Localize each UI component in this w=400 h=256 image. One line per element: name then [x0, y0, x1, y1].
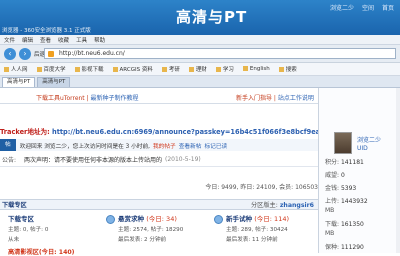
announcement-text[interactable]: 两次声明：请不要使用任何非本源的版本上传站用的: [24, 155, 162, 164]
folder-icon: [188, 67, 194, 72]
address-bar[interactable]: http://bt.neu6.edu.cn/: [44, 48, 396, 59]
folder-icon: [161, 67, 167, 72]
bookmark-item[interactable]: 人人网: [4, 65, 28, 73]
forum-stats: 今日: 9499, 昨日: 24109, 会员: 106503: [205, 184, 318, 191]
tab-active[interactable]: 高清与PT: [2, 77, 36, 87]
divider: [0, 103, 318, 104]
utorrent-link[interactable]: 下载工具uTorrent: [36, 95, 85, 102]
bookmark-item[interactable]: 理财: [188, 65, 207, 73]
forum-counts: 主题: 2574, 帖子: 18290: [118, 227, 184, 233]
top-link-space[interactable]: 空间: [362, 3, 374, 12]
top-link-home[interactable]: 首页: [382, 3, 394, 12]
scrollbar[interactable]: [396, 88, 400, 253]
forum-last-post: 从未: [8, 237, 20, 243]
moderator: 分区版主: zhangsir6: [251, 202, 314, 209]
sidebar-username[interactable]: 浏览二少: [357, 135, 381, 144]
favicon-icon: [48, 51, 54, 57]
bookmark-item[interactable]: 搜索: [278, 65, 297, 73]
forum-counts: 主题: 0, 帖子: 0: [8, 227, 49, 233]
newbie-guide-link[interactable]: 新手入门指导: [236, 95, 272, 102]
address-url: http://bt.neu6.edu.cn/: [59, 50, 125, 57]
menu-favorites[interactable]: 收藏: [58, 36, 69, 44]
stat-row: MB: [325, 230, 335, 237]
stat-row: 威望: 0: [325, 172, 345, 179]
forum-name: 悬赏求种 (今日: 34): [118, 215, 177, 223]
tracker-url[interactable]: http://bt.neu6.edu.cn:6969/announce?pass…: [52, 128, 318, 136]
stat-row: MB: [325, 207, 335, 214]
promo-left: 下载工具uTorrent | 最新种子制作教程: [36, 95, 139, 102]
forum-section-header: 下载专区 分区版主: zhangsir6: [0, 199, 318, 210]
forum-name: 下载专区: [8, 215, 34, 223]
bookmark-item[interactable]: 学习: [215, 65, 234, 73]
stat-row: 下载: 161350: [325, 221, 364, 228]
avatar[interactable]: [334, 132, 352, 154]
folder-icon: [242, 66, 248, 71]
folder-icon: [278, 67, 284, 72]
moderator-link[interactable]: zhangsir6: [280, 202, 314, 209]
announcement-date: (2010-5-19): [165, 156, 201, 163]
forum-item[interactable]: 悬赏求种 (今日: 34) 主题: 2574, 帖子: 18290 最后发表: …: [106, 213, 218, 253]
menu-view[interactable]: 查看: [40, 36, 51, 44]
announcement-label: 公告:: [2, 157, 17, 164]
forum-section-next[interactable]: 高清影视区(今日: 140): [8, 247, 75, 256]
sidebar-uid: UID: [357, 145, 368, 152]
bookmark-item[interactable]: 影视下载: [74, 65, 104, 73]
forum-last-post: 最后发表: 2 分钟前: [118, 237, 167, 243]
new-posts-link[interactable]: 查看新帖: [179, 141, 202, 150]
stat-row: 保种: 111290: [325, 244, 364, 251]
welcome-text: 欢迎回来 浏览二少，您上次访问时间是在 3 小时前,: [19, 143, 150, 150]
forum-name: 新手试种 (今日: 114): [226, 215, 289, 223]
site-banner: 高清与PT 浏览二少 空间 首页 浏览器 - 360安全浏览器 3.1 正式版: [0, 0, 400, 35]
bookmark-item[interactable]: English: [242, 66, 270, 72]
menu-help[interactable]: 帮助: [94, 36, 105, 44]
tracker-address: Tracker地址为: http://bt.neu6.edu.cn:6969/a…: [0, 126, 318, 136]
forum-icon: [106, 215, 115, 224]
menu-edit[interactable]: 编辑: [22, 36, 33, 44]
seed-tutorial-link[interactable]: 最新种子制作教程: [91, 95, 139, 102]
section-title[interactable]: 下载专区: [2, 200, 27, 209]
site-rules-link[interactable]: 站点工作说明: [278, 95, 314, 102]
stat-row: 上传: 1443932: [325, 198, 368, 205]
menu-bar: 文件 编辑 查看 收藏 工具 帮助: [0, 35, 400, 45]
top-link-user[interactable]: 浏览二少: [330, 3, 354, 12]
back-icon[interactable]: ‹: [4, 47, 16, 60]
tab-secondary[interactable]: 高清与PT: [37, 77, 71, 87]
my-posts-link[interactable]: 我的帖子: [153, 141, 176, 150]
tracker-label: Tracker地址为:: [0, 128, 50, 136]
window-title: 浏览器 - 360安全浏览器 3.1 正式版: [2, 28, 91, 34]
folder-icon: [4, 67, 9, 72]
welcome-bar: 帖 欢迎回来 浏览二少，您上次访问时间是在 3 小时前, 我的帖子 查看新帖 标…: [0, 139, 318, 151]
forward-icon[interactable]: ›: [19, 47, 31, 60]
stat-row: 金钱: 5393: [325, 185, 357, 192]
nav-bar: ‹ › 后退 http://bt.neu6.edu.cn/: [0, 45, 400, 63]
promo-right: 新手入门指导 | 站点工作说明: [236, 95, 314, 102]
top-links: 浏览二少 空间 首页: [330, 3, 394, 12]
menu-tools[interactable]: 工具: [76, 36, 87, 44]
forum-last-post: 最后发表: 11 分钟前: [226, 237, 278, 243]
folder-icon: [215, 67, 221, 72]
folder-icon: [36, 67, 42, 72]
forum-icon: [214, 215, 223, 224]
bookmark-item[interactable]: 百度大学: [36, 65, 66, 73]
bookmark-item[interactable]: 考研: [161, 65, 180, 73]
folder-icon: [112, 67, 118, 72]
stat-row: 积分: 141181: [325, 159, 364, 166]
mark-read-link[interactable]: 标记已读: [204, 141, 227, 150]
post-tag: 帖: [0, 139, 16, 151]
menu-file[interactable]: 文件: [4, 36, 15, 44]
forum-counts: 主题: 289, 帖子: 30424: [226, 227, 288, 233]
site-title: 高清与PT: [176, 8, 248, 26]
user-sidebar: 浏览二少 UID 积分: 141181 威望: 0 金钱: 5393 上传: 1…: [318, 88, 400, 253]
bookmark-item[interactable]: ARCGIS 资料: [112, 65, 153, 73]
announcement-bar: 公告: 两次声明：请不要使用任何非本源的版本上传站用的 (2010-5-19): [0, 153, 318, 167]
tab-strip: 高清与PT 高清与PT: [0, 76, 400, 88]
bookmarks-bar: 人人网 百度大学 影视下载 ARCGIS 资料 考研 理财 学习 English…: [0, 63, 400, 76]
forum-item[interactable]: 新手试种 (今日: 114) 主题: 289, 帖子: 30424 最后发表: …: [214, 213, 326, 253]
folder-icon: [74, 67, 80, 72]
